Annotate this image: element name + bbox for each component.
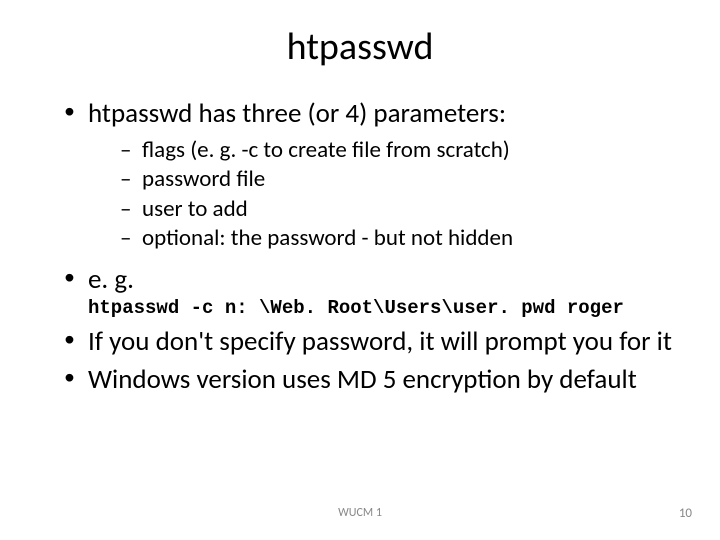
footer-label: WUCM 1 [0,506,720,520]
bullet-item: If you don't specify password, it will p… [64,326,684,358]
sub-bullet-item: flags (e. g. -c to create file from scra… [120,136,684,165]
sub-bullet-text: password file [142,165,265,193]
sub-bullet-item: user to add [120,195,684,224]
bullet-text: e. g. [88,263,134,296]
slide-number: 10 [679,506,692,521]
sub-bullet-text: optional: the password - but not hidden [142,224,513,252]
bullet-item: htpasswd has three (or 4) parameters: fl… [64,98,684,254]
bullet-list: htpasswd has three (or 4) parameters: fl… [64,98,684,396]
bullet-text: Windows version uses MD 5 encryption by … [88,363,637,396]
slide: htpasswd htpasswd has three (or 4) param… [0,0,720,540]
code-line: htpasswd -c n: \Web. Root\Users\user. pw… [88,297,684,319]
bullet-item: Windows version uses MD 5 encryption by … [64,364,684,396]
slide-title: htpasswd [36,24,684,70]
sub-bullet-list: flags (e. g. -c to create file from scra… [120,136,684,254]
bullet-text: If you don't specify password, it will p… [88,325,672,358]
sub-bullet-text: flags (e. g. -c to create file from scra… [142,136,510,164]
slide-footer: WUCM 1 10 [0,506,720,526]
bullet-text: htpasswd has three (or 4) parameters: [88,97,506,130]
bullet-item: e. g. htpasswd -c n: \Web. Root\Users\us… [64,264,684,320]
sub-bullet-text: user to add [142,195,248,223]
sub-bullet-item: optional: the password - but not hidden [120,224,684,253]
sub-bullet-item: password file [120,165,684,194]
